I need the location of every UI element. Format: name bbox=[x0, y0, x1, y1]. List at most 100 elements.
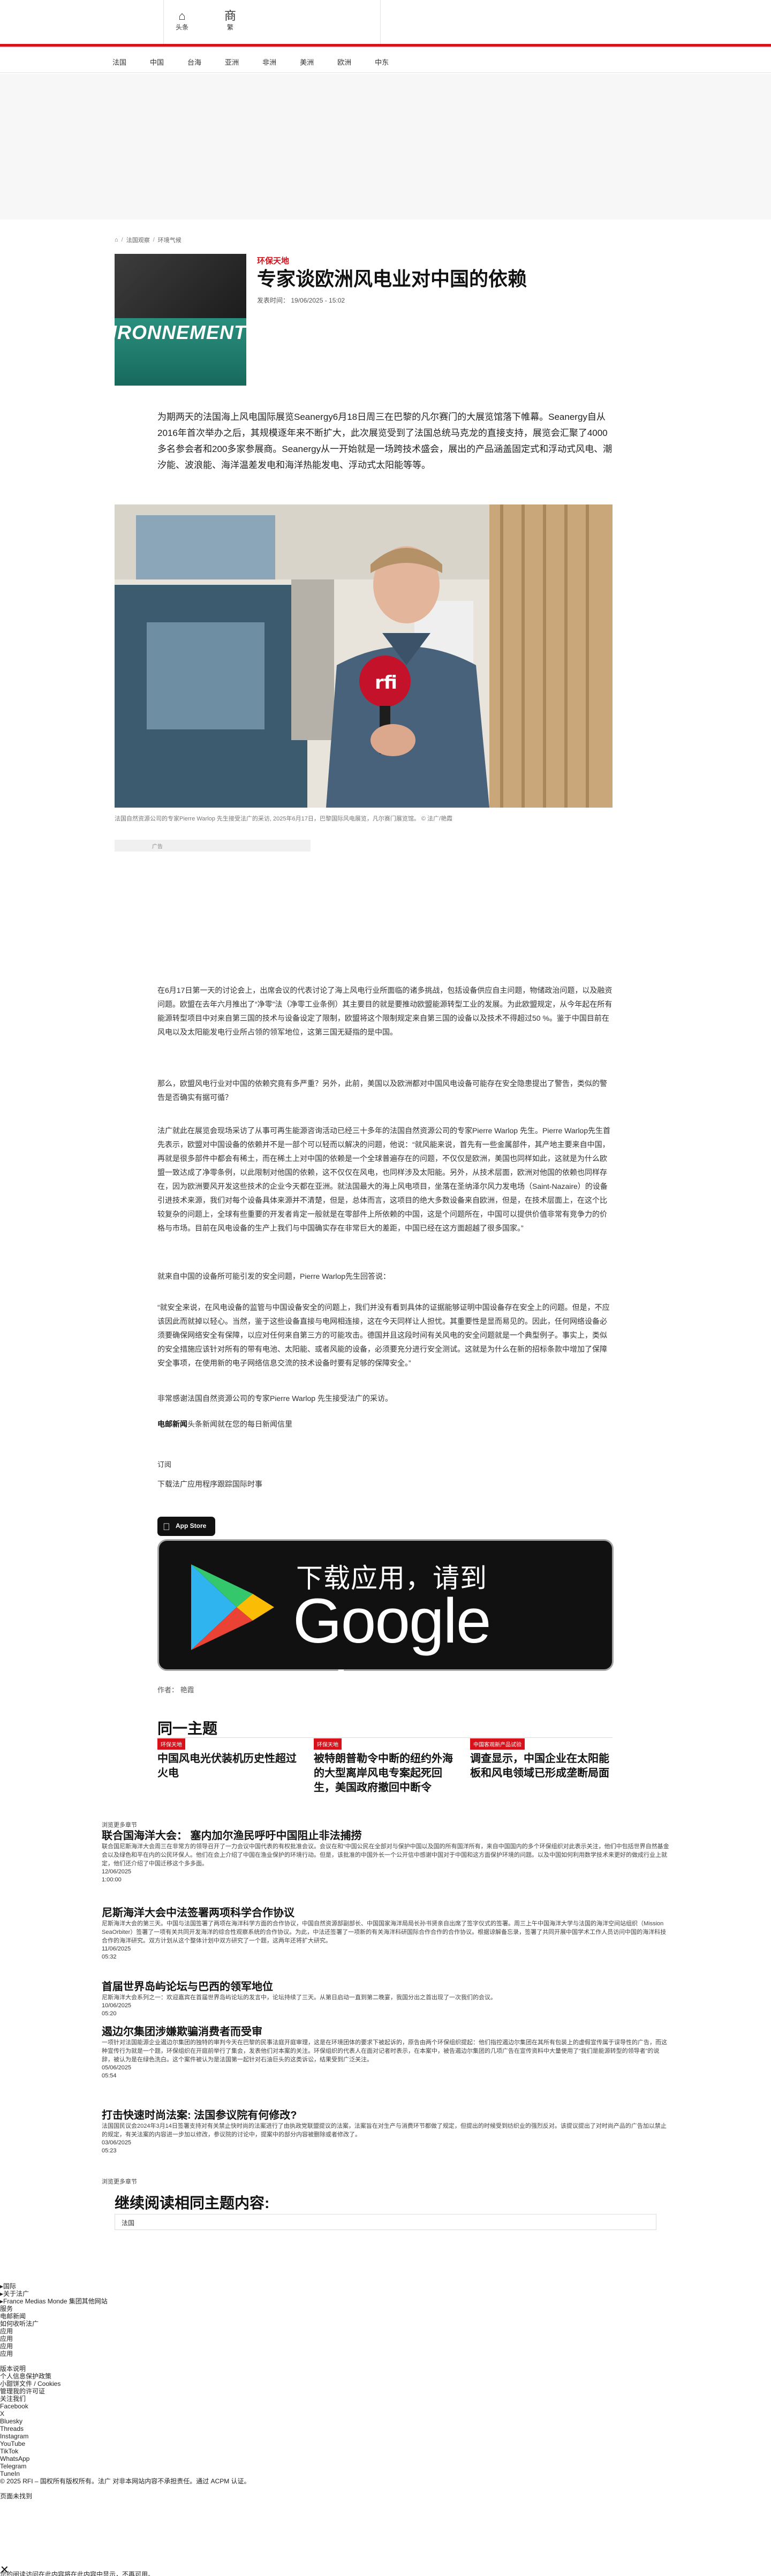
footer-link[interactable]: 如何收听法广 bbox=[0, 2320, 771, 2328]
home-link[interactable]: ⌂ 头条 bbox=[166, 10, 198, 32]
nav-item-asia[interactable]: 亚洲 bbox=[225, 57, 239, 67]
footer-link bbox=[0, 2357, 771, 2365]
related-title[interactable]: 中国风电光伏装机历史性超过火电 bbox=[157, 1752, 301, 1781]
feed-item[interactable]: 打击快速时尚法案: 法国参议院有何修改? 法国国民议会2024年3月14日签署支… bbox=[102, 2109, 669, 2155]
article-category[interactable]: 环保天地 bbox=[257, 255, 289, 266]
related-tag: 环保天地 bbox=[314, 1738, 342, 1750]
section-thumbnail: IRONNEMENT bbox=[115, 254, 246, 386]
footer-link[interactable]: 应用 bbox=[0, 2328, 771, 2335]
related-item[interactable]: 环保天地 被特朗普勒令中断的纽约外海的大型离岸风电专案起死回生，美国政府撤回中断… bbox=[314, 1738, 457, 1795]
feed-title[interactable]: 尼斯海洋大会中法签署两项科学合作协议 bbox=[102, 1907, 669, 1919]
footer-link[interactable]: X bbox=[0, 2410, 771, 2417]
footer-link[interactable]: 国际 bbox=[0, 2283, 771, 2290]
breadcrumb-item[interactable]: 法国观察 bbox=[126, 236, 150, 244]
footer-link[interactable]: 应用 bbox=[0, 2335, 771, 2342]
footer-link[interactable]: 应用 bbox=[0, 2350, 771, 2357]
footer-link[interactable]: Telegram bbox=[0, 2462, 771, 2470]
feed-text: 一项针对法国能源企业遏边尔集团的独特的审判今天在巴黎的民事法庭开庭审理，这是在环… bbox=[102, 2039, 667, 2063]
ad-placeholder-band bbox=[0, 74, 771, 220]
feed-date: 05/06/2025 bbox=[102, 2065, 132, 2071]
newsletter-text: 头条新闻就在您的每日新闻信里 bbox=[187, 1420, 292, 1428]
top-separator bbox=[380, 0, 381, 44]
article-paragraph: “就安全来说，在风电设备的监管与中国设备安全的问题上，我们并没有看到具体的证据能… bbox=[157, 1303, 610, 1367]
home-icon: ⌂ bbox=[178, 9, 186, 22]
related-title[interactable]: 被特朗普勒令中断的纽约外海的大型离岸风电专案起死回生，美国政府撤回中断令 bbox=[314, 1752, 457, 1795]
footer-link[interactable]: 管理我的许可证 bbox=[0, 2387, 771, 2395]
footer-notice: 您的阅读访问在此内容将在此内容中显示，不再可用。 bbox=[0, 2571, 155, 2576]
feed-title[interactable]: 首届世界岛屿论坛与巴西的领军地位 bbox=[102, 1980, 669, 1993]
feed-title[interactable]: 联合国海洋大会： 塞内加尔渔民呼吁中国阻止非法捕捞 bbox=[102, 1829, 669, 1842]
footer-link[interactable]: 个人信息保护政策 bbox=[0, 2372, 771, 2380]
article-lead: 为期两天的法国海上风电国际展览Seanergy6月18日周三在巴黎的凡尔赛门的大… bbox=[157, 412, 613, 470]
nav-item-africa[interactable]: 非洲 bbox=[262, 57, 276, 67]
footer-link[interactable]: 应用 bbox=[0, 2342, 771, 2350]
download-app-text: 下载法广应用程序跟踪国际时事 bbox=[157, 1480, 262, 1488]
footer-link[interactable]: 页面未找到 bbox=[0, 2492, 771, 2500]
article-paragraph: 就来自中国的设备所可能引发的安全问题，Pierre Warlop先生回答说： bbox=[157, 1272, 391, 1281]
article-paragraph: 在6月17日第一天的讨论会上，出席会议的代表讨论了海上风电行业所面临的诸多挑战，… bbox=[157, 986, 613, 1036]
more-sections-label[interactable]: 浏览更多章节 bbox=[102, 2179, 137, 2185]
article-paragraph: 法广就此在展览会现场采访了从事可再生能源咨询活动已经三十多年的法国自然资源公司的… bbox=[157, 1126, 611, 1232]
footer-link[interactable]: YouTube bbox=[0, 2440, 771, 2447]
nav-item-middle-east[interactable]: 中东 bbox=[375, 57, 389, 67]
feed-text: 尼斯海洋大会的第三天。中国与法国签署了两项在海洋科学方面的合作协议，中国自然资源… bbox=[102, 1920, 667, 1944]
footer-link[interactable]: 小甜饼文件 / Cookies bbox=[0, 2380, 771, 2387]
footer-link[interactable]: TikTok bbox=[0, 2447, 771, 2455]
thumbnail-text: IRONNEMENT bbox=[115, 321, 246, 343]
footer-link[interactable]: WhatsApp bbox=[0, 2455, 771, 2462]
subscribe-link[interactable]: 订阅 bbox=[157, 1458, 613, 1472]
more-sections-link[interactable]: 浏览更多章节 bbox=[102, 2178, 669, 2186]
nav-item-americas[interactable]: 美洲 bbox=[300, 57, 314, 67]
feed-date: 11/06/2025 bbox=[102, 1946, 131, 1952]
footer-link[interactable]: Threads bbox=[0, 2425, 771, 2432]
footer-link[interactable]: France Medias Monde 集团其他网站 bbox=[0, 2298, 771, 2305]
article-photo: rfi bbox=[115, 504, 613, 808]
top-separator bbox=[163, 0, 164, 44]
divider bbox=[157, 1737, 613, 1738]
footer-link bbox=[0, 2485, 771, 2492]
feed-title[interactable]: 打击快速时尚法案: 法国参议院有何修改? bbox=[102, 2109, 669, 2122]
footer-link[interactable]: TuneIn bbox=[0, 2470, 771, 2477]
continue-reading-heading: 继续阅读相同主题内容: bbox=[115, 2195, 270, 2211]
footer-link[interactable]: Facebook bbox=[0, 2402, 771, 2410]
nav-item-taiwan[interactable]: 台海 bbox=[187, 57, 201, 67]
footer-link[interactable]: © 2025 RFI – 国权所有版权所有。法广 对非本网站内容不承担责任。通过… bbox=[0, 2477, 771, 2485]
nav-item-europe[interactable]: 欧洲 bbox=[337, 57, 351, 67]
feed-time: 05:54 bbox=[102, 2073, 117, 2079]
related-item[interactable]: 环保天地 中国风电光伏装机历史性超过火电 bbox=[157, 1738, 301, 1781]
footer-link[interactable]: 服务 bbox=[0, 2305, 771, 2313]
article-paragraph: 非常感谢法国自然资源公司的专家Pierre Warlop 先生接受法广的采访。 bbox=[157, 1394, 392, 1403]
newsletter-prefix: 电邮新闻 bbox=[157, 1420, 187, 1428]
feed-item[interactable]: 尼斯海洋大会中法签署两项科学合作协议 尼斯海洋大会的第三天。中国与法国签署了两项… bbox=[102, 1907, 669, 1961]
app-store-button[interactable]:  App Store bbox=[157, 1517, 215, 1536]
feed-item[interactable]: 遏边尔集团涉嫌欺骗消费者而受审 一项针对法国能源企业遏边尔集团的独特的审判今天在… bbox=[102, 2025, 669, 2080]
footer-link[interactable]: 电邮新闻 bbox=[0, 2313, 771, 2320]
breadcrumb-item[interactable]: 环境气候 bbox=[158, 236, 182, 244]
feed-item[interactable]: 联合国海洋大会： 塞内加尔渔民呼吁中国阻止非法捕捞 联合国尼斯海洋大会周三在非常… bbox=[102, 1829, 669, 1884]
footer-link[interactable]: 关于法广 bbox=[0, 2290, 771, 2298]
article-paragraph: 那么，欧盟风电行业对中国的依赖究竟有多严重？另外，此前，美国以及欧洲都对中国风电… bbox=[157, 1079, 607, 1102]
footer: 国际关于法广France Medias Monde 集团其他网站服务电邮新闻如何… bbox=[0, 2283, 771, 2500]
translate-label: 繁 bbox=[226, 24, 233, 31]
feed-time: 05:23 bbox=[102, 2148, 117, 2154]
divider bbox=[0, 47, 771, 48]
feed-title[interactable]: 遏边尔集团涉嫌欺骗消费者而受审 bbox=[102, 2025, 669, 2038]
nav-item-france[interactable]: 法国 bbox=[112, 57, 126, 67]
translate-link[interactable]: 商 繁 bbox=[214, 10, 246, 32]
article-author: 作者： 艳霞 bbox=[157, 1686, 194, 1694]
footer-link[interactable]: Instagram bbox=[0, 2432, 771, 2440]
home-icon[interactable]: ⌂ bbox=[115, 237, 118, 243]
google-play-button[interactable]: 下载应用，请到 Google Play bbox=[157, 1539, 614, 1729]
nav-item-china[interactable]: 中国 bbox=[150, 57, 164, 67]
article-title: 专家谈欧洲风电业对中国的依赖 bbox=[257, 268, 527, 290]
footer-link[interactable]: 关注我们 bbox=[0, 2395, 771, 2402]
footer-link[interactable]: 版本说明 bbox=[0, 2365, 771, 2372]
related-heading: 同一主题 bbox=[157, 1720, 218, 1737]
translate-icon: 商 bbox=[224, 9, 236, 22]
topic-search-input[interactable]: 法国 bbox=[115, 2214, 656, 2230]
footer-link[interactable]: Bluesky bbox=[0, 2417, 771, 2425]
related-item[interactable]: 中国客观新产品试验 调查显示，中国企业在太阳能板和风电领域已形成垄断局面 bbox=[470, 1738, 614, 1781]
photo-caption: 法国自然资源公司的专家Pierre Warlop 先生接受法广的采访, 2025… bbox=[115, 816, 453, 822]
feed-item[interactable]: 首届世界岛屿论坛与巴西的领军地位 尼斯海洋大会系列之一：欢迎嘉宾在首届世界岛屿论… bbox=[102, 1980, 669, 2018]
related-title[interactable]: 调查显示，中国企业在太阳能板和风电领域已形成垄断局面 bbox=[470, 1752, 614, 1781]
